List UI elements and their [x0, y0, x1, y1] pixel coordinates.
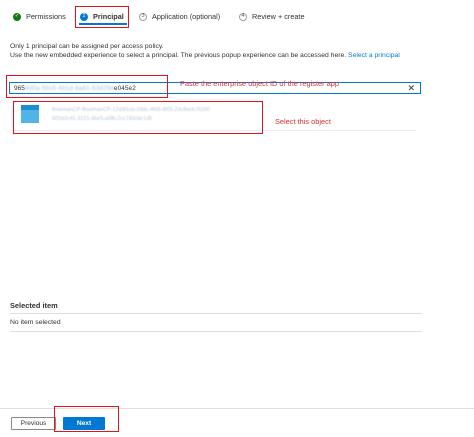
no-item-selected-text: No item selected [10, 319, 61, 326]
selected-item-divider [10, 313, 422, 314]
annotation-box-result [13, 101, 263, 134]
annotation-box-search [6, 75, 168, 98]
step-application-number: 3 [139, 12, 147, 21]
step-permissions[interactable]: ✓ Permissions [13, 12, 66, 21]
principal-description: Only 1 principal can be assigned per acc… [10, 43, 470, 60]
annotation-box-principal-tab [75, 6, 129, 28]
description-line-2: Use the new embedded experience to selec… [10, 51, 347, 59]
annotation-select-hint: Select this object [275, 117, 331, 126]
close-icon[interactable]: ✕ [407, 83, 415, 94]
step-review-number: 4 [239, 12, 247, 21]
description-line-1: Only 1 principal can be assigned per acc… [10, 43, 164, 50]
annotation-paste-hint: Paste the enterprise object ID of the re… [180, 79, 339, 88]
step-review-create[interactable]: 4 Review + create [239, 12, 305, 21]
step-review-label: Review + create [252, 12, 305, 21]
annotation-box-next [54, 406, 119, 432]
selected-item-bottom-divider [10, 331, 422, 332]
checkmark-icon: ✓ [13, 12, 21, 21]
step-permissions-label: Permissions [26, 12, 66, 21]
selected-item-heading: Selected item [10, 301, 58, 310]
step-application-label: Application (optional) [152, 12, 221, 21]
previous-button[interactable]: Previous [11, 417, 56, 430]
select-principal-link[interactable]: Select a principal [348, 52, 400, 59]
step-application[interactable]: 3 Application (optional) [139, 12, 220, 21]
